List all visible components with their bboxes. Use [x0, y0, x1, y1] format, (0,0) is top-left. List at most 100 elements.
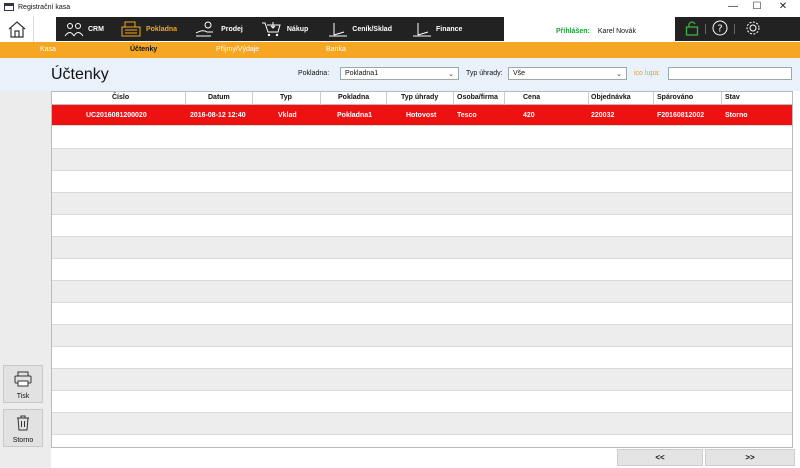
settings-button[interactable] — [745, 20, 761, 38]
cell-objednavka: 220032 — [591, 112, 615, 119]
window-title: Registrační kasa — [18, 3, 71, 11]
receipts-table: Číslo Datum Typ Pokladna Typ úhrady Osob… — [51, 91, 793, 448]
pokladna-label: Pokladna: — [298, 70, 330, 77]
table-row[interactable] — [52, 413, 792, 435]
left-sidebar: Tisk Storno — [0, 91, 51, 468]
cell-stav: Storno — [725, 112, 748, 119]
subnav-banka[interactable]: Banka — [326, 46, 346, 53]
ico-search-input[interactable] — [668, 67, 792, 80]
table-row[interactable] — [52, 259, 792, 281]
chevron-down-icon: ⌄ — [448, 71, 454, 78]
nav-cenik-label: Ceník/Sklad — [352, 25, 392, 33]
nav-cenik-sklad[interactable]: Ceník/Sklad — [322, 17, 396, 41]
pokladna-select[interactable]: Pokladna1 ⌄ — [340, 67, 459, 80]
table-row[interactable]: UC2016081200020 2016-08-12 12:40 Vklad P… — [52, 105, 792, 126]
close-button[interactable]: ✕ — [770, 0, 796, 14]
cell-datum: 2016-08-12 12:40 — [190, 112, 246, 119]
typ-uhrady-label: Typ úhrady: — [466, 70, 503, 77]
storno-label: Storno — [12, 437, 34, 444]
column-objednavka[interactable]: Objednávka — [591, 94, 631, 101]
lock-button[interactable] — [685, 20, 699, 38]
column-datum[interactable]: Datum — [208, 94, 230, 101]
window-titlebar: Registrační kasa — [0, 0, 800, 14]
sub-navigation: Kasa Účtenky Příjmy/Výdaje Banka — [0, 42, 800, 58]
user-name: Karel Novák — [597, 28, 636, 35]
nav-nakup[interactable]: Nákup — [257, 17, 312, 41]
column-separator — [653, 92, 654, 105]
table-row[interactable] — [52, 435, 792, 447]
column-pokladna[interactable]: Pokladna — [338, 94, 369, 101]
column-cislo[interactable]: Číslo — [112, 94, 129, 101]
subnav-prijmy-vydaje[interactable]: Příjmy/Výdaje — [216, 46, 259, 53]
utility-bar: ? — [675, 17, 800, 41]
print-label: Tisk — [16, 393, 30, 400]
nav-finance[interactable]: Finance — [406, 17, 466, 41]
main-nav-bar: CRM Pokladna Prodej Nákup Ceník/Sklad Fi… — [56, 17, 504, 41]
column-typ[interactable]: Typ — [280, 94, 292, 101]
column-osoba-firma[interactable]: Osoba/firma — [457, 94, 498, 101]
column-separator — [588, 92, 589, 105]
pokladna-value: Pokladna1 — [345, 70, 379, 77]
scale-icon — [412, 23, 431, 37]
table-row[interactable] — [52, 237, 792, 259]
column-separator — [386, 92, 387, 105]
print-button[interactable]: Tisk — [3, 365, 43, 403]
table-row[interactable] — [52, 391, 792, 413]
column-sparovano[interactable]: Spárováno — [657, 94, 693, 101]
help-icon: ? — [712, 20, 728, 36]
ico-label: ico lupa: — [634, 70, 661, 77]
table-row[interactable] — [52, 149, 792, 171]
home-button[interactable] — [0, 16, 34, 42]
column-typ-uhrady[interactable]: Typ úhrady — [401, 94, 438, 101]
home-icon — [8, 21, 25, 38]
column-cena[interactable]: Cena — [523, 94, 540, 101]
minimize-button[interactable]: — — [720, 0, 746, 14]
table-row[interactable] — [52, 303, 792, 325]
next-page-button[interactable]: >> — [705, 449, 795, 466]
subnav-uctenky[interactable]: Účtenky — [130, 46, 157, 53]
maximize-button[interactable]: ☐ — [744, 0, 770, 14]
table-row[interactable] — [52, 347, 792, 369]
column-separator — [453, 92, 454, 105]
column-stav[interactable]: Stav — [725, 94, 740, 101]
gear-icon — [746, 21, 760, 35]
cell-sparovano: F20160812002 — [657, 112, 705, 119]
nav-finance-label: Finance — [435, 25, 463, 33]
printer-icon — [14, 371, 32, 387]
column-separator — [320, 92, 321, 105]
top-navigation: CRM Pokladna Prodej Nákup Ceník/Sklad Fi… — [0, 16, 800, 42]
table-row[interactable] — [52, 126, 792, 149]
scale-icon — [329, 23, 348, 37]
prev-page-button[interactable]: << — [617, 449, 703, 466]
column-separator — [185, 92, 186, 105]
table-row[interactable] — [52, 215, 792, 237]
nav-crm[interactable]: CRM — [60, 17, 108, 41]
nav-pokladna-label: Pokladna — [145, 25, 178, 33]
table-row[interactable] — [52, 325, 792, 347]
nav-nakup-label: Nákup — [286, 25, 309, 33]
trash-icon — [17, 415, 29, 431]
help-button[interactable]: ? — [712, 20, 728, 38]
typ-uhrady-select[interactable]: Vše ⌄ — [508, 67, 627, 80]
cash-register-icon — [121, 21, 141, 37]
storno-button[interactable]: Storno — [3, 409, 43, 447]
lock-icon — [685, 21, 699, 36]
table-row[interactable] — [52, 193, 792, 215]
nav-prodej[interactable]: Prodej — [191, 17, 247, 41]
table-row[interactable] — [52, 369, 792, 391]
svg-text:?: ? — [717, 24, 722, 35]
nav-pokladna[interactable]: Pokladna — [116, 17, 181, 41]
column-separator — [504, 92, 505, 105]
cell-cena: 420 — [523, 112, 535, 119]
app-icon — [4, 3, 14, 11]
table-row[interactable] — [52, 281, 792, 303]
cell-pokladna: Pokladna1 — [337, 112, 373, 119]
table-row[interactable] — [52, 171, 792, 193]
separator — [734, 24, 735, 34]
typ-uhrady-value: Vše — [513, 70, 526, 77]
filter-bar: Účtenky Pokladna: Pokladna1 ⌄ Typ úhrady… — [0, 58, 800, 91]
nav-crm-label: CRM — [88, 25, 104, 33]
user-info: Přihlášen: Karel Novák — [556, 28, 636, 35]
chevron-down-icon: ⌄ — [616, 71, 622, 78]
subnav-kasa[interactable]: Kasa — [40, 46, 56, 53]
